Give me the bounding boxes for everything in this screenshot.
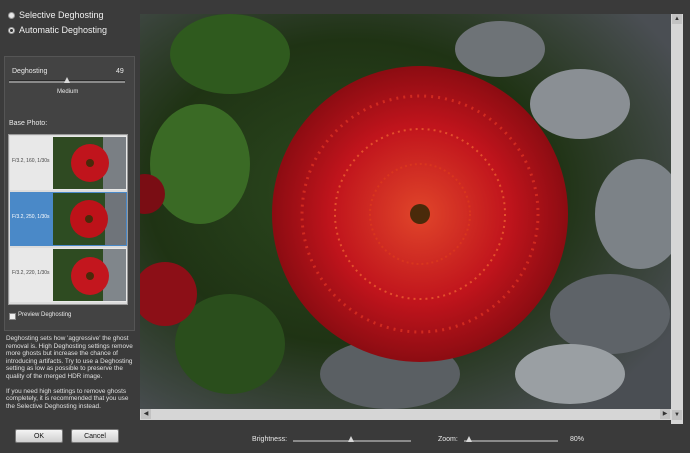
help-text: Deghosting sets how 'aggressive' the gho… <box>6 335 134 410</box>
automatic-deghosting-option[interactable]: Automatic Deghosting <box>8 25 107 35</box>
deghosting-level-label: Medium <box>57 89 79 95</box>
ok-button[interactable]: OK <box>15 429 63 443</box>
scroll-down-arrow[interactable]: ▼ <box>672 410 682 420</box>
thumb-image <box>53 193 126 245</box>
image-preview[interactable] <box>140 14 671 409</box>
help-paragraph-2: If you need high settings to remove ghos… <box>6 387 129 410</box>
cancel-button[interactable]: Cancel <box>71 429 119 443</box>
automatic-radio[interactable] <box>8 26 15 34</box>
thumb-caption: F/3.2, 160, 1/30s <box>12 158 50 164</box>
scroll-up-arrow[interactable]: ▲ <box>672 14 682 24</box>
thumb-caption: F/3.2, 250, 1/30s <box>12 214 50 220</box>
brightness-slider-thumb[interactable] <box>348 436 354 442</box>
thumb-image <box>53 249 126 301</box>
scroll-right-arrow[interactable]: ▶ <box>660 409 670 419</box>
zoom-slider-thumb[interactable] <box>466 436 472 442</box>
settings-panel: Selective Deghosting Automatic Deghostin… <box>0 0 140 453</box>
help-paragraph-1: Deghosting sets how 'aggressive' the gho… <box>6 335 133 380</box>
base-photo-label: Base Photo: <box>9 120 48 127</box>
base-photo-list: F/3.2, 160, 1/30s F/3.2, 250, 1/30s F/3.… <box>8 134 128 305</box>
selective-radio[interactable] <box>8 11 15 19</box>
deghosting-value: 49 <box>116 68 124 75</box>
scroll-left-arrow[interactable]: ◀ <box>141 409 151 419</box>
brightness-label: Brightness: <box>252 436 288 443</box>
selective-deghosting-option[interactable]: Selective Deghosting <box>8 10 104 20</box>
base-photo-thumb-selected[interactable]: F/3.2, 250, 1/30s <box>10 192 127 246</box>
thumb-image <box>53 137 126 189</box>
base-photo-thumb[interactable]: F/3.2, 160, 1/30s <box>10 136 127 190</box>
preview-deghosting-label: Preview Deghosting <box>18 312 72 318</box>
deghosting-slider-thumb[interactable] <box>64 77 70 83</box>
thumb-caption: F/3.2, 220, 1/30s <box>12 270 50 276</box>
automatic-label: Automatic Deghosting <box>19 25 108 35</box>
zoom-label: Zoom: <box>438 436 458 443</box>
horizontal-scrollbar[interactable]: ◀ ▶ <box>140 409 671 420</box>
base-photo-thumb[interactable]: F/3.2, 220, 1/30s <box>10 248 127 302</box>
zoom-slider[interactable] <box>464 440 558 442</box>
preview-deghosting-checkbox[interactable] <box>9 313 16 320</box>
vertical-scrollbar[interactable]: ▲ ▼ <box>671 14 683 424</box>
deghosting-label: Deghosting <box>12 68 48 75</box>
zoom-value: 80% <box>570 436 585 443</box>
flower-photo <box>140 14 671 409</box>
selective-label: Selective Deghosting <box>19 10 104 20</box>
